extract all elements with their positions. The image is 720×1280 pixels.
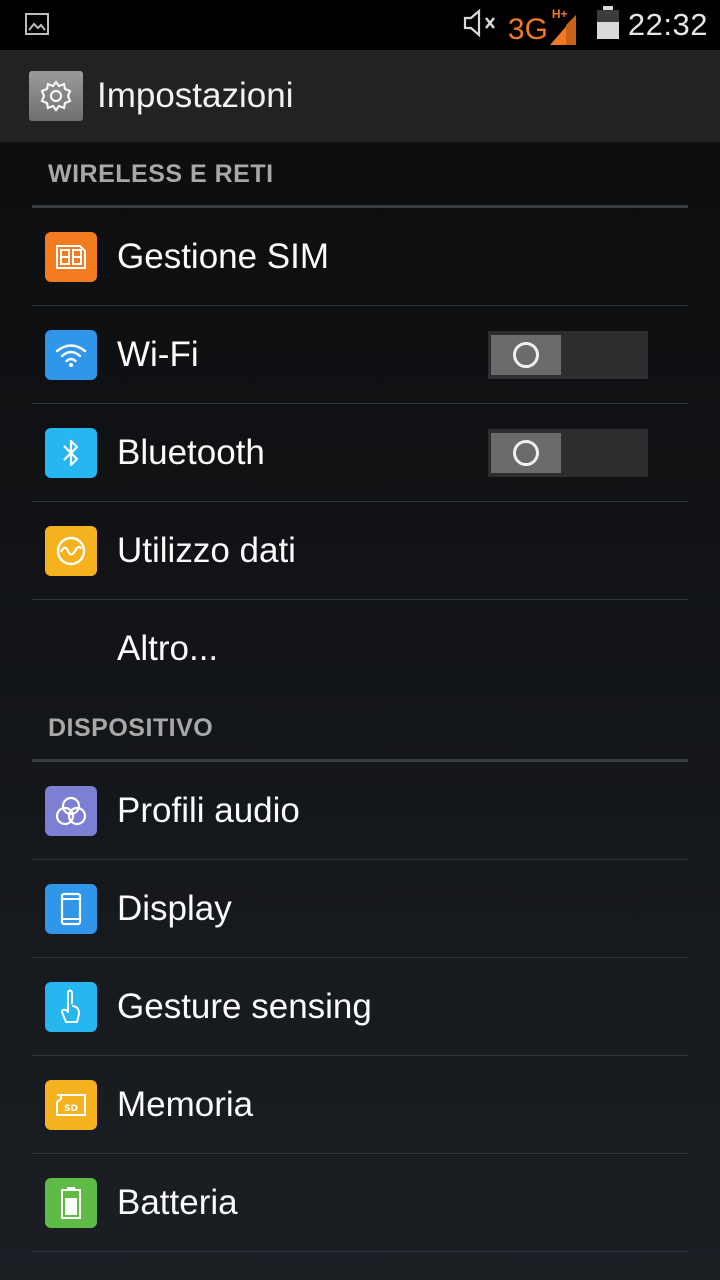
setting-label: Gestione SIM [117,236,330,276]
sim-card-icon [45,231,97,282]
setting-item-memory[interactable]: SD Memoria [32,1056,688,1154]
battery-icon [596,5,620,45]
setting-label: Display [117,888,232,928]
setting-label: Batteria [117,1182,238,1222]
clock: 22:32 [627,7,708,42]
audio-profiles-icon [45,785,97,836]
setting-item-wifi[interactable]: Wi-Fi [32,306,688,404]
page-title: Impostazioni [97,76,294,115]
setting-label: Utilizzo dati [117,530,296,570]
svg-text:SD: SD [64,1104,78,1114]
status-bar: 3G H+ 22:32 [0,0,720,50]
setting-item-gesture[interactable]: Gesture sensing [32,958,688,1056]
section-title: DISPOSITIVO [48,714,214,742]
section-header-device: DISPOSITIVO [32,698,688,762]
wifi-toggle[interactable] [488,330,648,379]
bluetooth-toggle[interactable] [488,428,648,477]
image-notification-icon [24,12,50,36]
network-subtype: H+ [551,7,568,21]
network-indicator: 3G H+ [508,5,576,45]
toggle-thumb [491,432,561,473]
setting-item-data-usage[interactable]: Utilizzo dati [32,502,688,600]
gesture-icon [45,981,97,1032]
setting-item-display[interactable]: Display [32,860,688,958]
setting-label: Gesture sensing [117,986,372,1026]
volume-mute-icon [462,8,500,43]
network-type: 3G [507,13,548,46]
setting-label: Memoria [117,1084,254,1124]
gear-icon [40,80,72,112]
settings-app-icon[interactable] [29,71,83,121]
setting-label: Altro... [117,629,219,668]
action-bar: Impostazioni [0,50,720,144]
section-title: WIRELESS E RETI [48,160,274,188]
setting-item-bluetooth[interactable]: Bluetooth [32,404,688,502]
data-usage-icon [45,525,97,576]
setting-item-sim[interactable]: Gestione SIM [32,208,688,306]
setting-label: Profili audio [117,790,300,830]
toggle-thumb [491,334,561,375]
setting-item-more[interactable]: Altro... [32,600,688,698]
battery-setting-icon [45,1177,97,1228]
setting-label: Wi-Fi [117,334,199,374]
setting-label: Bluetooth [117,432,265,472]
display-icon [45,883,97,934]
sd-card-icon: SD [45,1079,97,1130]
wifi-icon [45,329,97,380]
section-header-wireless: WIRELESS E RETI [32,144,688,208]
setting-item-battery[interactable]: Batteria [32,1154,688,1252]
setting-item-audio-profiles[interactable]: Profili audio [32,762,688,860]
bluetooth-icon [45,427,97,478]
